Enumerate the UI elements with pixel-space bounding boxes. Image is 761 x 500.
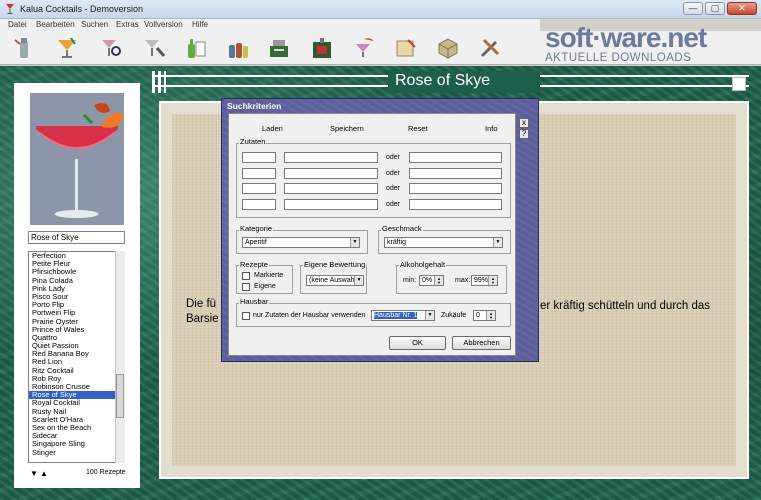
menu-edit[interactable]: Bearbeiten [36, 20, 75, 29]
marked-checkbox[interactable] [242, 272, 250, 280]
menu-full-version[interactable]: Vollversion [144, 20, 183, 29]
menu-search[interactable]: Suchen [81, 20, 108, 29]
chevron-down-icon: ▼ [354, 276, 363, 285]
cube-icon[interactable] [436, 36, 460, 60]
ingredient-mode-select[interactable] [242, 199, 276, 210]
bottles-icon[interactable] [226, 36, 250, 60]
ingredient-first-select[interactable] [284, 168, 378, 179]
title-bar: Kalua Cocktails - Demoversion — ▢ ✕ [0, 0, 761, 19]
cash-register-icon[interactable] [267, 36, 291, 60]
window-title: Kalua Cocktails - Demoversion [20, 4, 144, 14]
nav-down-arrow-icon[interactable]: ▼ [30, 469, 38, 478]
homebar-only-checkbox[interactable] [242, 312, 250, 320]
liquor-box-icon[interactable] [310, 36, 334, 60]
minimize-button[interactable]: — [683, 2, 703, 15]
recipe-text-line-1-end: er kräftig schütteln und durch das [540, 300, 711, 312]
chevron-down-icon: ▼ [350, 238, 359, 247]
own-label: Eigene [254, 283, 276, 290]
load-button[interactable]: Laden [262, 124, 283, 133]
reset-button[interactable]: Reset [408, 124, 428, 133]
chevron-down-icon: ▼ [493, 238, 502, 247]
recipe-list-scroll-thumb[interactable] [116, 374, 124, 418]
recipe-count: 100 Rezepte [86, 469, 126, 476]
dialog-title: Suchkriterien [227, 101, 282, 111]
purchases-spinner[interactable]: 0 ▲ ▼ [473, 310, 496, 321]
taste-label: Geschmack [381, 224, 423, 233]
recipe-list-item[interactable]: Stinger [29, 448, 124, 457]
alcohol-max-label: max: [455, 277, 471, 284]
alcohol-min-spinner[interactable]: 0% ▲ ▼ [419, 275, 444, 286]
or-label: oder [386, 154, 401, 161]
alcohol-min-label: min: [403, 277, 417, 284]
recipe-list[interactable]: Perfection Petite Fleur Pfirsichbowle Pina … [28, 251, 125, 463]
ok-button[interactable]: OK [389, 336, 446, 350]
info-button[interactable]: Info [485, 124, 498, 133]
alcohol-max-spinner[interactable]: 99% ▲ ▼ [471, 275, 498, 286]
ingredient-first-select[interactable] [284, 152, 378, 163]
ingredients-label: Zutaten [239, 137, 267, 146]
cocktail-photo [30, 93, 124, 225]
dialog-close-icon[interactable]: x [519, 118, 529, 128]
own-checkbox[interactable] [242, 283, 250, 291]
recipe-title: Rose of Skye [395, 72, 491, 89]
nav-up-arrow-icon[interactable]: ▲ [40, 469, 48, 478]
software-net-logo: soft·ware.net AKTUELLE DOWNLOADS [545, 22, 707, 64]
or-label: oder [386, 185, 401, 192]
homebar-only-label: nur Zutaten der Hausbar verwenden [253, 312, 366, 319]
taste-select[interactable]: kräftig ▼ [384, 237, 503, 248]
recipe-text-line-1: Die fü [186, 298, 217, 310]
cocktail-glass-picture [30, 93, 124, 225]
category-select[interactable]: Aperitif ▼ [242, 237, 360, 248]
cocktail-umbrella-icon[interactable] [352, 36, 376, 60]
glass-search-icon[interactable] [99, 36, 123, 60]
bottle-recipe-icon[interactable] [184, 36, 208, 60]
dialog-help-icon[interactable]: ? [519, 129, 529, 139]
rating-label: Eigene Bewertung [303, 260, 367, 269]
purchases-label: Zukäufe [441, 312, 467, 319]
spin-down-icon[interactable]: ▼ [486, 315, 495, 320]
cocktail-name-field[interactable]: Rose of Skye [28, 231, 125, 244]
menu-extras[interactable]: Extras [116, 20, 139, 29]
glass-tools-icon[interactable] [142, 36, 166, 60]
homebar-select[interactable]: Hausbar Nr. 1 ▼ [371, 310, 435, 321]
recipe-text-line-2: Barsie [186, 313, 219, 325]
homebar-label: Hausbar [239, 297, 270, 306]
recipe-list-scrollbar[interactable] [115, 251, 125, 463]
maximize-button[interactable]: ▢ [705, 2, 725, 15]
cocktail-glass-icon[interactable] [55, 36, 79, 60]
save-button[interactable]: Speichern [330, 124, 364, 133]
book-edit-icon[interactable] [394, 36, 418, 60]
ingredient-mode-select[interactable] [242, 183, 276, 194]
cancel-button[interactable]: Abbrechen [452, 336, 511, 350]
ingredient-mode-select[interactable] [242, 168, 276, 179]
or-label: oder [386, 170, 401, 177]
menu-help[interactable]: Hilfe [192, 20, 208, 29]
category-label: Kategorie [239, 224, 274, 233]
ingredient-second-select[interactable] [409, 168, 502, 179]
ingredient-mode-select[interactable] [242, 152, 276, 163]
ingredient-second-select[interactable] [409, 199, 502, 210]
ingredient-second-select[interactable] [409, 183, 502, 194]
ingredient-second-select[interactable] [409, 152, 502, 163]
marked-label: Markierte [254, 272, 284, 279]
spin-down-icon[interactable]: ▼ [488, 280, 497, 285]
shaker-icon[interactable] [12, 36, 36, 60]
recipes-label: Rezepte [239, 260, 269, 269]
spin-down-icon[interactable]: ▼ [434, 280, 443, 285]
rating-select[interactable]: (keine Auswahl) ▼ [306, 275, 364, 286]
menu-bar: Datei Bearbeiten Suchen Extras Vollversi… [0, 19, 540, 31]
ingredient-first-select[interactable] [284, 183, 378, 194]
tools-icon[interactable] [478, 36, 502, 60]
ingredient-first-select[interactable] [284, 199, 378, 210]
chevron-down-icon: ▼ [425, 311, 434, 320]
close-button[interactable]: ✕ [727, 2, 757, 15]
or-label: oder [386, 201, 401, 208]
corner-toggle[interactable] [732, 77, 746, 91]
alcohol-label: Alkoholgehalt [399, 260, 447, 269]
menu-file[interactable]: Datei [8, 20, 27, 29]
app-icon [6, 4, 14, 14]
